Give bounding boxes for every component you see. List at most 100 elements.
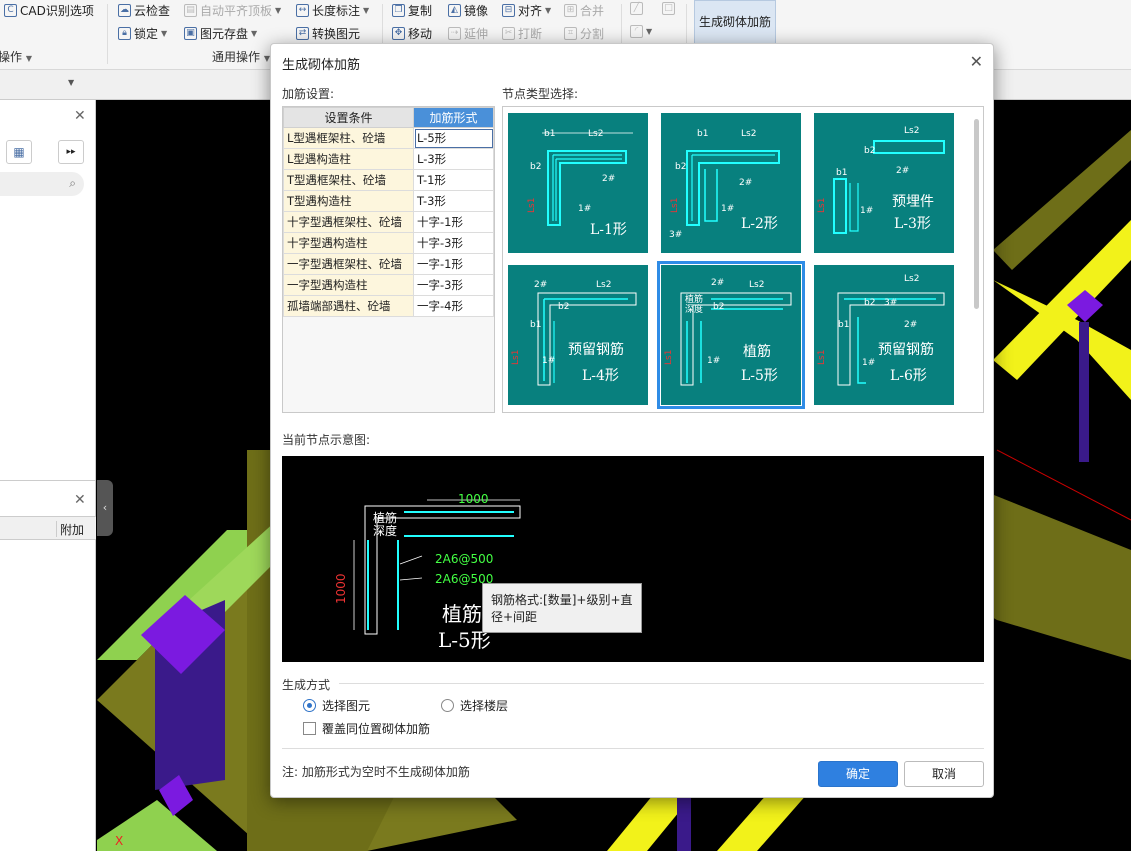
form-cell[interactable]: 一字-3形 bbox=[413, 274, 494, 296]
move-icon: ✥ bbox=[392, 27, 405, 40]
svg-text:2#: 2# bbox=[602, 174, 615, 184]
form-cell[interactable]: L-3形 bbox=[413, 148, 494, 170]
table-row[interactable]: 孤墙端部遇柱、砼墙 一字-4形 bbox=[283, 295, 494, 317]
node-type-gallery: b1 Ls2 b2 Ls1 2# 1# L-1形 b1 Ls2 b2 Ls1 2… bbox=[502, 106, 984, 413]
node-card-l6[interactable]: Ls2 b2 3# 2# b1 1# Ls1 预留钢筋 L-6形 bbox=[814, 265, 954, 405]
left-panel: ✕ ▦ ▸▸ ⌕ ✕ 附加 bbox=[0, 100, 96, 851]
node-card-l3[interactable]: Ls2 b2 b1 2# 1# Ls1 预埋件 L-3形 bbox=[814, 113, 954, 253]
move-button[interactable]: ✥ 移动 bbox=[392, 25, 432, 42]
axis-x-label: X bbox=[115, 834, 123, 848]
draw-rect-button[interactable]: □ bbox=[662, 2, 675, 15]
save-icon: ▣ bbox=[184, 27, 197, 40]
svg-text:Ls2: Ls2 bbox=[904, 274, 919, 284]
col-add-header: 附加 bbox=[60, 523, 85, 537]
radio-select-element[interactable]: 选择图元 bbox=[303, 697, 370, 714]
node-drawing: 2# Ls2 b2 1# Ls1 bbox=[664, 278, 792, 386]
table-row[interactable]: T型遇构造柱 T-3形 bbox=[283, 190, 494, 212]
ok-button[interactable]: 确定 bbox=[818, 761, 898, 787]
align-icon: ⊟ bbox=[502, 4, 515, 17]
node-card-l2[interactable]: b1 Ls2 b2 Ls1 2# 1# 3# L-2形 bbox=[661, 113, 801, 253]
chevron-down-icon[interactable]: ▼ bbox=[68, 78, 74, 87]
mirror-button[interactable]: ◭ 镜像 bbox=[448, 2, 488, 19]
split-button[interactable]: ⌗ 分割 bbox=[564, 25, 604, 42]
table-row[interactable]: T型遇框架柱、砼墙 T-1形 bbox=[283, 169, 494, 191]
node-drawing: Ls2 b2 b1 2# 1# Ls1 bbox=[817, 126, 945, 234]
close-icon[interactable]: ✕ bbox=[74, 108, 86, 124]
generate-masonry-rebar-dialog: 生成砌体加筋 ✕ 加筋设置: 节点类型选择: 设置条件 加筋形式 L型遇框架柱、… bbox=[270, 43, 994, 798]
break-icon: ✂ bbox=[502, 27, 515, 40]
svg-text:b1: b1 bbox=[836, 168, 847, 178]
group-label-ops: 操作 ▼ bbox=[0, 50, 32, 64]
depth-label: 植筋深度 bbox=[685, 295, 704, 315]
form-cell[interactable]: 一字-1形 bbox=[413, 253, 494, 275]
col-header-form[interactable]: 加筋形式 bbox=[413, 107, 494, 128]
break-button[interactable]: ✂ 打断 bbox=[502, 25, 542, 42]
draw-arc-button[interactable]: ◜ ▼ bbox=[630, 25, 652, 38]
radio-select-floor[interactable]: 选择楼层 bbox=[441, 697, 508, 714]
table-row[interactable]: 十字型遇框架柱、砼墙 十字-1形 bbox=[283, 211, 494, 233]
panel-tool-icon[interactable]: ▦ bbox=[6, 140, 32, 164]
search-input[interactable]: ⌕ bbox=[0, 172, 84, 196]
svg-text:Ls2: Ls2 bbox=[596, 280, 611, 290]
svg-text:b2: b2 bbox=[530, 162, 541, 172]
svg-text:Ls1: Ls1 bbox=[670, 198, 680, 213]
line-icon: ╱ bbox=[630, 2, 643, 15]
cad-options-button[interactable]: C CAD识别选项 bbox=[4, 2, 94, 19]
node-card-l5[interactable]: 2# Ls2 b2 1# Ls1 植筋深度 植筋 L-5形 bbox=[657, 261, 805, 409]
node-card-l1[interactable]: b1 Ls2 b2 Ls1 2# 1# L-1形 bbox=[508, 113, 648, 253]
overwrite-checkbox[interactable]: 覆盖同位置砌体加筋 bbox=[303, 720, 430, 737]
svg-text:1#: 1# bbox=[721, 204, 734, 214]
collapse-panel-handle[interactable]: ‹ bbox=[97, 480, 113, 536]
align-button[interactable]: ⊟ 对齐 ▼ bbox=[502, 2, 551, 19]
form-cell[interactable]: T-1形 bbox=[413, 169, 494, 191]
form-cell[interactable]: 一字-4形 bbox=[413, 295, 494, 317]
ruler-icon: ↔ bbox=[296, 4, 309, 17]
rebar-settings-table: 设置条件 加筋形式 L型遇框架柱、砼墙 L-5形 L型遇构造柱 L-3形 T型遇框架… bbox=[282, 106, 495, 413]
extend-button[interactable]: ⇢ 延伸 bbox=[448, 25, 488, 42]
condition-cell: 一字型遇构造柱 bbox=[283, 274, 414, 296]
settings-label: 加筋设置: bbox=[282, 87, 335, 101]
extend-icon: ⇢ bbox=[448, 27, 461, 40]
arc-icon: ◜ bbox=[630, 25, 643, 38]
form-cell[interactable]: L-5形 bbox=[413, 127, 494, 149]
table-row[interactable]: L型遇框架柱、砼墙 L-5形 bbox=[283, 127, 494, 149]
card-caption: L-4形 bbox=[582, 368, 619, 384]
save-elem-button[interactable]: ▣ 图元存盘 ▼ bbox=[184, 25, 257, 42]
length-mark-button[interactable]: ↔ 长度标注 ▼ bbox=[296, 2, 369, 19]
svg-text:b2: b2 bbox=[864, 146, 875, 156]
form-cell[interactable]: 十字-1形 bbox=[413, 211, 494, 233]
close-icon[interactable]: ✕ bbox=[970, 52, 983, 71]
table-row[interactable]: 一字型遇框架柱、砼墙 一字-1形 bbox=[283, 253, 494, 275]
bar-spec-1: 2A6@500 bbox=[435, 552, 494, 566]
table-row[interactable]: 十字型遇构造柱 十字-3形 bbox=[283, 232, 494, 254]
close-icon[interactable]: ✕ bbox=[74, 492, 86, 508]
lock-button[interactable]: 🔒︎ 锁定 ▼ bbox=[118, 25, 167, 42]
checkbox-icon bbox=[303, 722, 316, 735]
condition-cell: L型遇构造柱 bbox=[283, 148, 414, 170]
merge-button[interactable]: ⊞ 合并 bbox=[564, 2, 604, 19]
svg-text:2#: 2# bbox=[896, 166, 909, 176]
form-cell[interactable]: T-3形 bbox=[413, 190, 494, 212]
convert-elem-button[interactable]: ⇄ 转换图元 bbox=[296, 25, 360, 42]
svg-text:b1: b1 bbox=[530, 320, 541, 330]
table-row[interactable]: 一字型遇构造柱 一字-3形 bbox=[283, 274, 494, 296]
svg-text:1#: 1# bbox=[542, 356, 555, 366]
node-card-l4[interactable]: 2# Ls2 b2 b1 1# Ls1 预留钢筋 L-4形 bbox=[508, 265, 648, 405]
table-row[interactable]: L型遇构造柱 L-3形 bbox=[283, 148, 494, 170]
form-cell[interactable]: 十字-3形 bbox=[413, 232, 494, 254]
property-header: 附加 bbox=[0, 516, 96, 540]
cloud-check-button[interactable]: ☁ 云检查 bbox=[118, 2, 170, 19]
card-caption: L-1形 bbox=[590, 222, 627, 238]
gallery-scrollbar[interactable] bbox=[974, 119, 979, 309]
copy-button[interactable]: ❐ 复制 bbox=[392, 2, 432, 19]
expand-icon[interactable]: ▸▸ bbox=[58, 140, 84, 164]
auto-align-top-button[interactable]: ▤ 自动平齐顶板 ▼ bbox=[184, 2, 281, 19]
svg-text:Ls2: Ls2 bbox=[749, 280, 764, 290]
cancel-button[interactable]: 取消 bbox=[904, 761, 984, 787]
condition-cell: 一字型遇框架柱、砼墙 bbox=[283, 253, 414, 275]
draw-line-button[interactable]: ╱ bbox=[630, 2, 643, 15]
generate-masonry-rebar-button[interactable]: 生成砌体加筋 bbox=[694, 0, 776, 46]
svg-text:b1: b1 bbox=[697, 129, 708, 139]
svg-text:3#: 3# bbox=[669, 230, 682, 240]
dim-left: 1000 bbox=[334, 573, 348, 604]
